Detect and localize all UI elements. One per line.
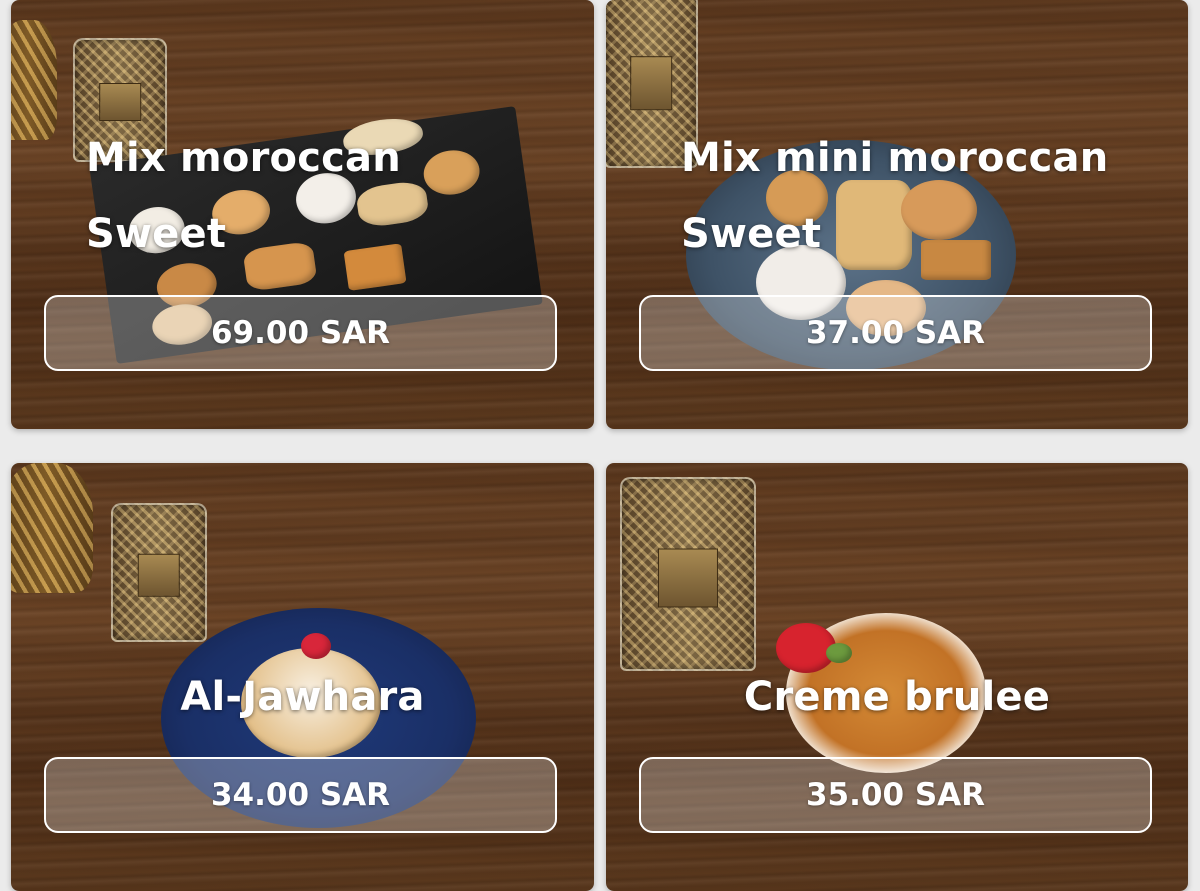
tea-glass-image — [620, 477, 756, 671]
product-card-creme-brulee[interactable]: Creme brulee 35.00 SAR — [606, 463, 1188, 891]
product-title: Creme brulee — [743, 674, 1051, 720]
price-button[interactable]: 69.00 SAR — [44, 295, 557, 371]
product-title: Mix mini moroccan Sweet — [681, 135, 1109, 257]
product-card-mix-moroccan-sweet[interactable]: Mix moroccan Sweet 69.00 SAR — [11, 0, 594, 429]
price-button[interactable]: 34.00 SAR — [44, 757, 557, 833]
product-title: Mix moroccan Sweet — [86, 135, 401, 257]
product-grid: Mix moroccan Sweet 69.00 SAR Mix mini mo… — [0, 0, 1200, 891]
product-card-mix-mini-moroccan-sweet[interactable]: Mix mini moroccan Sweet 37.00 SAR — [606, 0, 1188, 429]
product-card-al-jawhara[interactable]: Al-Jawhara 34.00 SAR — [11, 463, 594, 891]
lantern-decoration — [11, 463, 93, 593]
tea-glass-image — [111, 503, 207, 642]
price-button[interactable]: 37.00 SAR — [639, 295, 1152, 371]
product-title: Al-Jawhara — [180, 674, 425, 720]
price-button[interactable]: 35.00 SAR — [639, 757, 1152, 833]
lantern-decoration — [11, 20, 57, 140]
